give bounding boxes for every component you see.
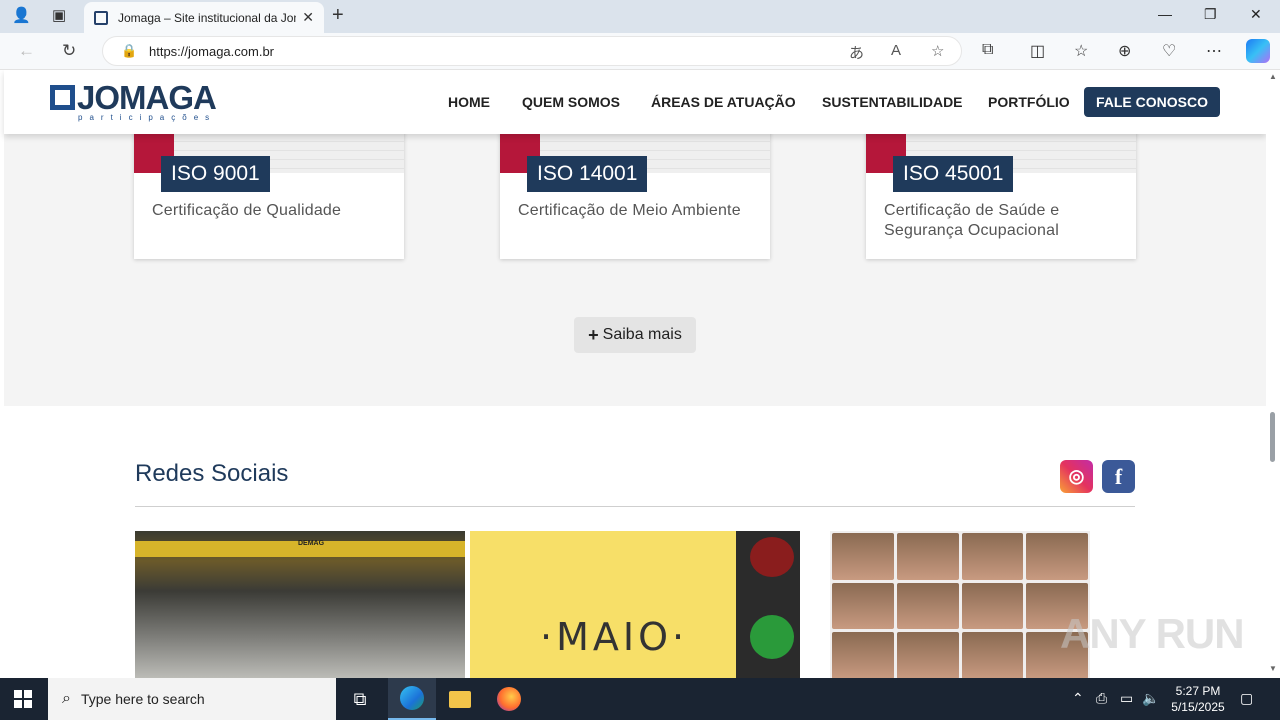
edge-icon bbox=[400, 686, 424, 710]
nav-sustentabilidade[interactable]: SUSTENTABILIDADE bbox=[822, 94, 963, 110]
post-text: ·MAIO· bbox=[540, 615, 689, 659]
traffic-light-red bbox=[750, 537, 794, 577]
favorite-star-icon[interactable]: ☆ bbox=[931, 42, 944, 60]
close-window-icon[interactable]: ✕ bbox=[1250, 6, 1262, 23]
nav-home[interactable]: HOME bbox=[448, 94, 490, 110]
task-view-icon[interactable]: ⧉ bbox=[336, 678, 384, 720]
certification-text: Certificação de Meio Ambiente bbox=[518, 202, 741, 219]
scroll-down-icon[interactable]: ▼ bbox=[1269, 664, 1277, 673]
facebook-icon[interactable]: f bbox=[1102, 460, 1135, 493]
plus-icon: + bbox=[588, 324, 599, 345]
search-placeholder: Type here to search bbox=[80, 691, 205, 707]
site-favicon-icon bbox=[94, 10, 108, 25]
divider bbox=[135, 506, 1135, 507]
folder-icon bbox=[449, 690, 471, 708]
address-bar[interactable]: 🔒 https://jomaga.com.br あ A ☆ bbox=[102, 36, 962, 66]
saiba-mais-label: Saiba mais bbox=[602, 326, 682, 343]
url-text[interactable]: https://jomaga.com.br bbox=[149, 44, 274, 59]
scroll-thumb[interactable] bbox=[1270, 412, 1275, 462]
page-scrollbar[interactable]: ▲ ▼ bbox=[1266, 70, 1280, 678]
social-post-image[interactable] bbox=[830, 531, 1090, 678]
file-explorer-button[interactable] bbox=[436, 678, 484, 720]
watermark: ANY RUN bbox=[1060, 610, 1245, 657]
browser-tab[interactable]: Jomaga – Site institucional da Jomaga ✕ bbox=[84, 2, 324, 33]
favorites-icon[interactable]: ☆ bbox=[1074, 41, 1088, 61]
section-title: Redes Sociais bbox=[135, 460, 289, 487]
taskbar-search[interactable]: ⌕ Type here to search bbox=[48, 678, 336, 720]
tab-title: Jomaga – Site institucional da Jomaga bbox=[118, 10, 296, 25]
crane-label: DEMAG bbox=[298, 540, 325, 547]
copilot-icon[interactable] bbox=[1246, 39, 1270, 63]
clock-time: 5:27 PM bbox=[1175, 684, 1221, 698]
refresh-icon[interactable]: ↻ bbox=[62, 41, 76, 61]
logo-subtitle: participações bbox=[78, 113, 217, 122]
lock-icon[interactable]: 🔒 bbox=[121, 43, 137, 59]
back-icon[interactable]: ← bbox=[18, 41, 35, 61]
page-viewport: ISO 9001 Certificação de Qualidade ISO 1… bbox=[0, 70, 1266, 678]
new-tab-icon[interactable]: + bbox=[332, 4, 344, 27]
edge-taskbar-button[interactable] bbox=[388, 678, 436, 720]
iso-badge: ISO 45001 bbox=[893, 156, 1014, 192]
clock-date: 5/15/2025 bbox=[1171, 700, 1225, 714]
collections-icon[interactable]: ⊕ bbox=[1118, 41, 1131, 61]
browser-toolbar: ← ↻ 🔒 https://jomaga.com.br あ A ☆ ⧉ ◫ ☆ … bbox=[0, 33, 1280, 70]
social-post-image[interactable]: ·MAIO· bbox=[470, 531, 800, 678]
windows-taskbar: ⌕ Type here to search ⧉ ⌃ ⎙ ▭ 🔈 5:27 PM … bbox=[0, 678, 1280, 720]
split-screen-icon[interactable]: ◫ bbox=[1030, 41, 1045, 61]
volume-icon[interactable]: 🔈 bbox=[1142, 690, 1159, 707]
firefox-icon bbox=[497, 687, 521, 711]
extensions-icon[interactable]: ⧉ bbox=[982, 41, 993, 59]
scroll-up-icon[interactable]: ▲ bbox=[1269, 72, 1277, 81]
logo-square-icon bbox=[50, 85, 75, 110]
certification-text: Certificação de Saúde e Segurança Ocupac… bbox=[884, 202, 1060, 239]
saiba-mais-button[interactable]: + Saiba mais bbox=[574, 317, 696, 353]
system-clock[interactable]: 5:27 PM 5/15/2025 bbox=[1166, 683, 1230, 715]
profile-icon[interactable]: 👤 bbox=[12, 6, 31, 24]
restore-icon[interactable]: ❐ bbox=[1204, 6, 1217, 23]
more-menu-icon[interactable]: ⋯ bbox=[1206, 41, 1222, 61]
nav-portfolio[interactable]: PORTFÓLIO bbox=[988, 94, 1070, 110]
search-icon: ⌕ bbox=[62, 690, 71, 707]
site-logo[interactable]: JOMAGA participações bbox=[50, 79, 217, 123]
instagram-icon[interactable]: ◎ bbox=[1060, 460, 1093, 493]
firefox-taskbar-button[interactable] bbox=[485, 678, 533, 720]
logo-text: JOMAGA bbox=[77, 79, 217, 116]
fale-conosco-button[interactable]: FALE CONOSCO bbox=[1084, 87, 1220, 117]
certification-text: Certificação de Qualidade bbox=[152, 202, 342, 219]
translate-icon[interactable]: あ bbox=[849, 42, 864, 63]
device-icon[interactable]: ⎙ bbox=[1096, 690, 1107, 707]
social-post-image[interactable]: DEMAG bbox=[135, 531, 465, 678]
read-aloud-icon[interactable]: A bbox=[891, 42, 901, 59]
browser-essentials-icon[interactable]: ♡ bbox=[1162, 41, 1176, 61]
notification-icon[interactable]: ▢ bbox=[1240, 690, 1253, 707]
iso-badge: ISO 14001 bbox=[527, 156, 648, 192]
traffic-light-green bbox=[750, 615, 794, 659]
nav-areas-de-atuacao[interactable]: ÁREAS DE ATUAÇÃO bbox=[651, 94, 796, 110]
network-icon[interactable]: ▭ bbox=[1120, 690, 1133, 707]
chevron-up-icon[interactable]: ⌃ bbox=[1072, 690, 1084, 707]
site-header: JOMAGA participações HOME QUEM SOMOS ÁRE… bbox=[4, 70, 1266, 134]
tab-actions-icon[interactable]: ▣ bbox=[52, 6, 66, 24]
minimize-icon[interactable]: — bbox=[1158, 6, 1172, 22]
close-tab-icon[interactable]: ✕ bbox=[302, 9, 314, 26]
iso-badge: ISO 9001 bbox=[161, 156, 270, 192]
windows-start-icon[interactable] bbox=[14, 690, 32, 708]
nav-quem-somos[interactable]: QUEM SOMOS bbox=[522, 94, 620, 110]
browser-tab-bar: 👤 ▣ Jomaga – Site institucional da Jomag… bbox=[0, 0, 1280, 33]
